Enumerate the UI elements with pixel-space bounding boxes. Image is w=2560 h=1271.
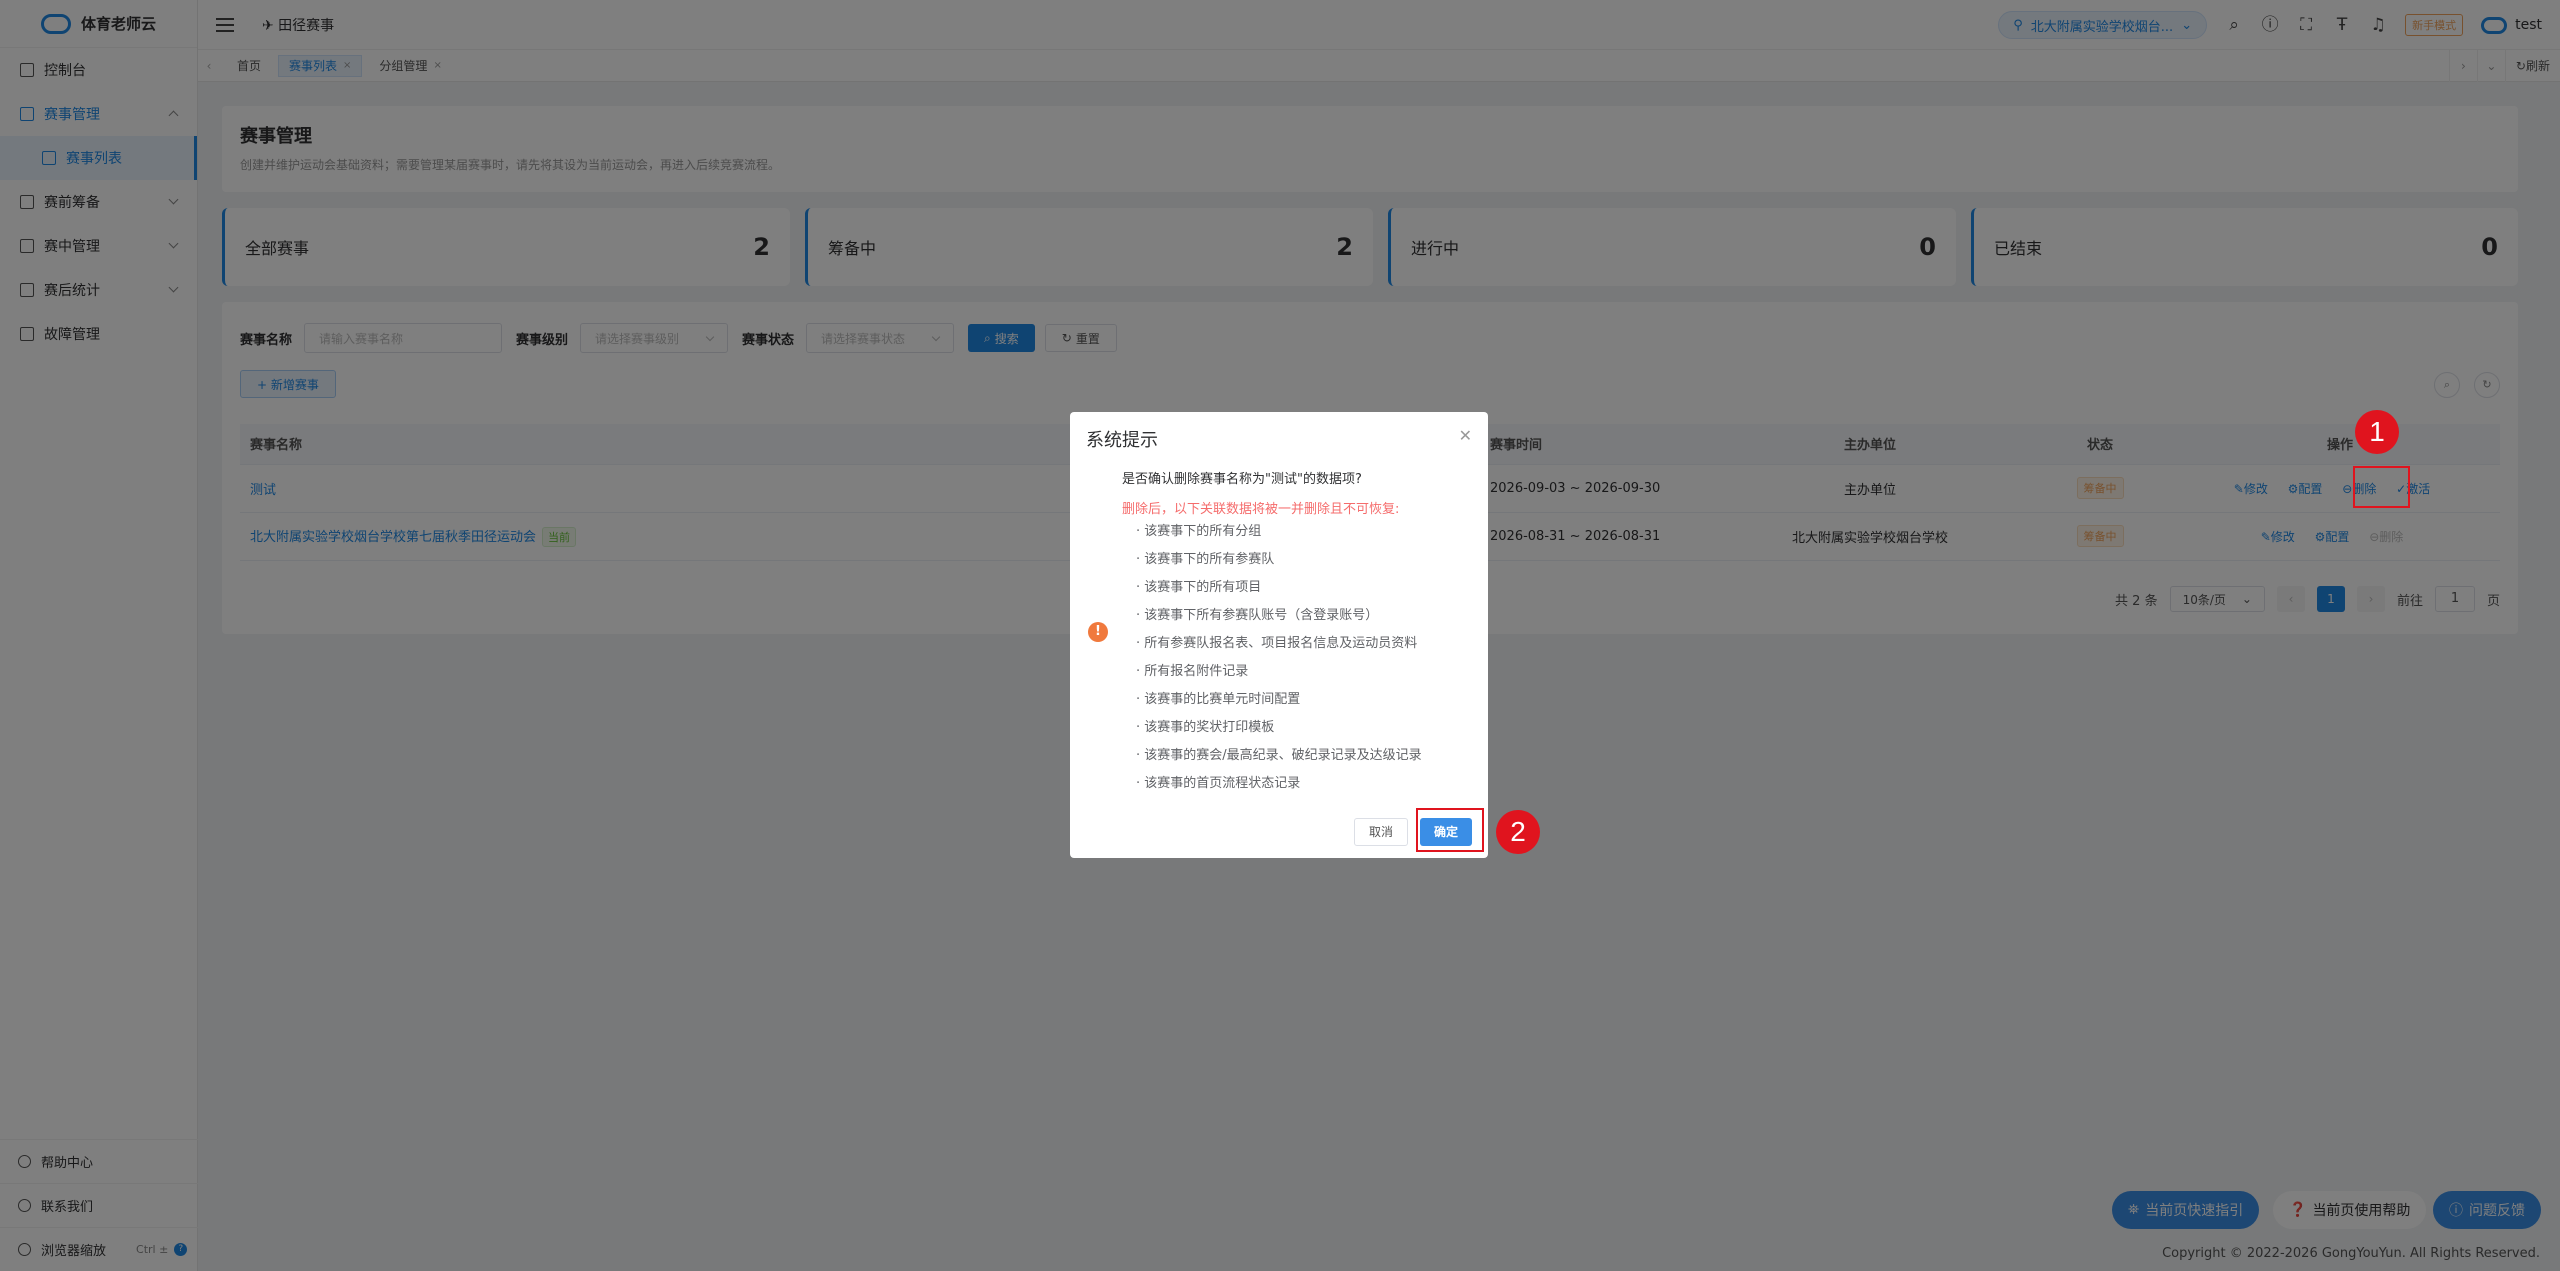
cancel-button[interactable]: 取消 [1353, 818, 1408, 846]
warning-icon: ! [1088, 622, 1108, 642]
dialog-list-item: · 所有参赛队报名表、项目报名信息及运动员资料 [1136, 636, 1418, 651]
dialog-list-item: · 该赛事下的所有参赛队 [1136, 552, 1275, 567]
dialog-list-item: · 所有报名附件记录 [1136, 664, 1249, 679]
dialog-warning: 删除后，以下关联数据将被一并删除且不可恢复: [1122, 502, 1400, 517]
annotation-box-confirm [1416, 808, 1484, 852]
annotation-badge-1: 1 [2355, 410, 2399, 454]
dialog-title: 系统提示 [1086, 430, 1158, 451]
annotation-box-delete [2353, 466, 2410, 508]
dialog-list-item: · 该赛事下所有参赛队账号（含登录账号） [1136, 608, 1379, 623]
dialog-list-item: · 该赛事的首页流程状态记录 [1136, 776, 1301, 791]
dialog-list-item: · 该赛事的赛会/最高纪录、破纪录记录及达级记录 [1136, 748, 1422, 763]
close-icon[interactable]: ✕ [1459, 426, 1472, 445]
dialog-body: 是否确认删除赛事名称为"测试"的数据项? 删除后，以下关联数据将被一并删除且不可… [1122, 468, 1422, 798]
dialog-question: 是否确认删除赛事名称为"测试"的数据项? [1122, 472, 1362, 487]
dialog-list-item: · 该赛事下的所有项目 [1136, 580, 1262, 595]
dialog-list-item: · 该赛事的奖状打印模板 [1136, 720, 1275, 735]
annotation-badge-2: 2 [1496, 810, 1540, 854]
confirm-delete-dialog: 系统提示 ✕ ! 是否确认删除赛事名称为"测试"的数据项? 删除后，以下关联数据… [1070, 412, 1488, 858]
dialog-list-item: · 该赛事下的所有分组 [1136, 524, 1262, 539]
dialog-list-item: · 该赛事的比赛单元时间配置 [1136, 692, 1301, 707]
